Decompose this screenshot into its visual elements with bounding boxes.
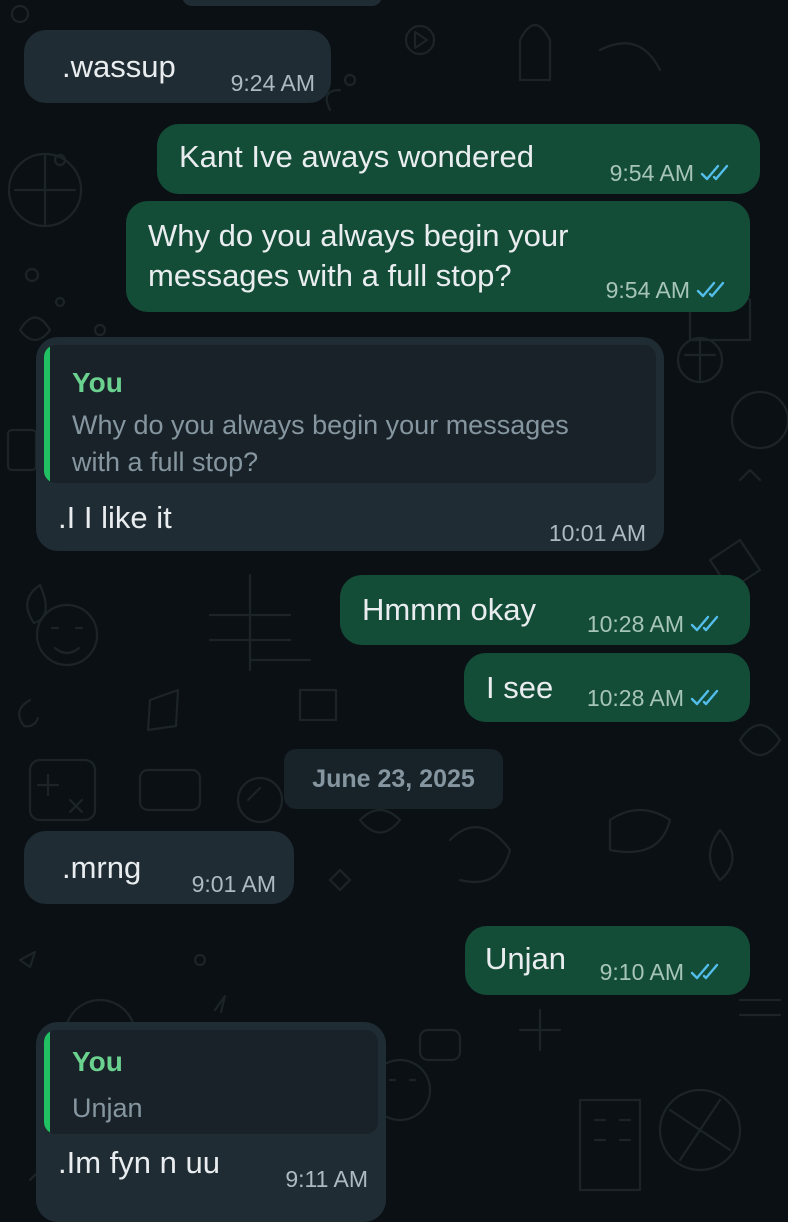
double-check-icon	[696, 281, 725, 298]
double-check-icon	[700, 164, 729, 181]
message-meta: 10:28 AM	[587, 611, 722, 638]
message-bubble-incoming-reply[interactable]: You Why do you always begin your message…	[36, 337, 664, 551]
message-bubble-outgoing[interactable]: Kant Ive aways wondered 9:54 AM	[157, 124, 760, 194]
message-bubble-incoming[interactable]: .wassup 9:24 AM	[24, 30, 331, 103]
double-check-icon	[690, 963, 719, 980]
quote-accent-bar	[44, 345, 50, 483]
previous-message-stub	[182, 0, 382, 6]
quote-text-line: with a full stop?	[72, 447, 259, 477]
message-text: Hmmm okay	[362, 592, 536, 627]
double-check-icon	[690, 615, 719, 632]
message-bubble-incoming[interactable]: .mrng 9:01 AM	[24, 831, 294, 904]
message-text: Unjan	[485, 941, 566, 976]
quote-text-line: Why do you always begin your messages	[72, 410, 569, 440]
double-check-icon	[690, 689, 719, 706]
quoted-message[interactable]: You Why do you always begin your message…	[44, 345, 656, 483]
message-time: 10:28 AM	[586, 685, 684, 711]
date-divider: June 23, 2025	[284, 749, 503, 809]
quote-author: You	[72, 367, 123, 398]
message-text-line: messages with a full stop?	[148, 258, 512, 293]
message-text: .Im fyn n uu	[58, 1145, 220, 1180]
message-bubble-outgoing[interactable]: Hmmm okay 10:28 AM	[340, 575, 750, 645]
quote-accent-bar	[44, 1030, 50, 1134]
quote-text: Unjan	[72, 1093, 143, 1123]
message-bubble-outgoing[interactable]: Why do you always begin your messages wi…	[126, 201, 750, 312]
message-text: .I I like it	[58, 500, 172, 535]
message-text: .wassup	[62, 49, 176, 84]
message-text: Kant Ive aways wondered	[179, 139, 534, 174]
message-time: 9:01 AM	[191, 871, 276, 897]
message-bubble-outgoing[interactable]: Unjan 9:10 AM	[465, 926, 750, 995]
quoted-message[interactable]: You Unjan	[44, 1030, 378, 1134]
message-time: 9:24 AM	[230, 70, 315, 96]
message-meta: 9:10 AM	[600, 959, 722, 986]
message-time: 9:11 AM	[285, 1166, 368, 1192]
message-text: .mrng	[62, 850, 142, 885]
message-time: 9:54 AM	[609, 160, 694, 186]
message-meta: 9:54 AM	[610, 160, 732, 187]
message-time: 9:10 AM	[599, 959, 684, 985]
message-time: 10:28 AM	[586, 611, 684, 637]
message-time: 10:01 AM	[548, 520, 646, 546]
quote-author: You	[72, 1046, 123, 1077]
message-time: 9:54 AM	[605, 277, 690, 303]
message-bubble-outgoing[interactable]: I see 10:28 AM	[464, 653, 750, 722]
message-meta: 10:28 AM	[587, 685, 722, 712]
message-meta: 9:54 AM	[606, 277, 728, 304]
message-text-line: Why do you always begin your	[148, 218, 569, 253]
message-text: I see	[486, 670, 554, 705]
message-bubble-incoming-reply[interactable]: You Unjan .Im fyn n uu 9:11 AM	[36, 1022, 386, 1222]
